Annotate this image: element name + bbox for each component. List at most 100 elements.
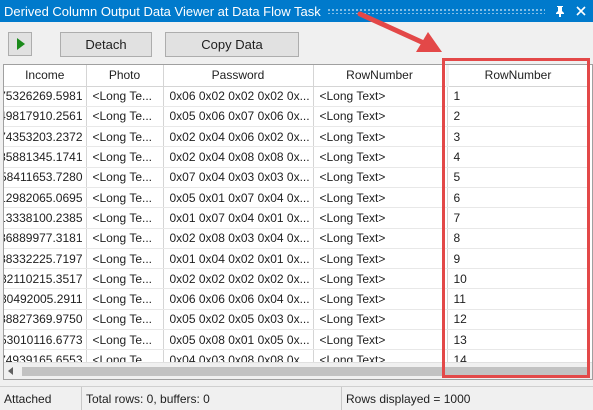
data-grid[interactable]: Income Photo Password RowNumber RowNumbe… [3, 64, 593, 380]
cell-photo[interactable]: <Long Te... [86, 329, 164, 351]
cell-rownumber-text[interactable]: <Long Text> [313, 106, 448, 128]
cell-income[interactable]: 13338100.2385 [4, 207, 87, 229]
cell-rownumber-text[interactable]: <Long Text> [313, 146, 448, 168]
cell-password[interactable]: 0x01 0x04 0x02 0x01 0x... [163, 248, 314, 270]
detach-button[interactable]: Detach [60, 32, 152, 57]
cell-photo[interactable]: <Long Te... [86, 167, 164, 188]
cell-photo[interactable]: <Long Te... [86, 126, 164, 148]
cell-photo[interactable]: <Long Te... [86, 228, 164, 249]
cell-rownumber-text[interactable]: <Long Text> [313, 207, 448, 229]
table-row[interactable]: 30492005.2911 <Long Te... 0x06 0x06 0x06 0… [4, 288, 589, 310]
cell-password[interactable]: 0x05 0x02 0x05 0x03 0x... [163, 309, 314, 331]
cell-photo[interactable]: <Long Te... [86, 187, 164, 209]
cell-income-text: 12982065.0695 [4, 190, 83, 205]
scroll-left-icon[interactable] [8, 367, 13, 375]
cell-rownumber[interactable]: 12 [447, 309, 589, 331]
table-row[interactable]: 13338100.2385 <Long Te... 0x01 0x07 0x04 0… [4, 207, 589, 229]
cell-photo[interactable]: <Long Te... [86, 207, 164, 229]
column-header-password[interactable]: Password [163, 65, 314, 87]
cell-rownumber-text[interactable]: <Long Text> [313, 228, 448, 249]
cell-income[interactable]: 38827369.9750 [4, 309, 87, 331]
cell-password[interactable]: 0x02 0x04 0x08 0x08 0x... [163, 146, 314, 168]
cell-photo[interactable]: <Long Te... [86, 309, 164, 331]
cell-income-text: 74353203.2372 [4, 129, 83, 144]
toolbar: Detach Copy Data [0, 22, 593, 64]
cell-income[interactable]: 74353203.2372 [4, 126, 87, 148]
cell-rownumber-text[interactable]: <Long Text> [313, 167, 448, 188]
table-row[interactable]: 36889977.3181 <Long Te... 0x02 0x08 0x03 0… [4, 228, 589, 249]
play-button[interactable] [8, 32, 32, 56]
copy-data-button[interactable]: Copy Data [165, 32, 299, 57]
cell-photo[interactable]: <Long Te... [86, 248, 164, 270]
cell-password[interactable]: 0x05 0x01 0x07 0x04 0x... [163, 187, 314, 209]
cell-income[interactable]: 38332225.7197 [4, 248, 87, 270]
cell-password[interactable]: 0x06 0x02 0x02 0x02 0x... [163, 86, 314, 107]
cell-income[interactable]: 35881345.1741 [4, 146, 87, 168]
cell-rownumber-text[interactable]: <Long Text> [313, 268, 448, 290]
cell-photo[interactable]: <Long Te... [86, 106, 164, 128]
cell-rownumber[interactable]: 9 [447, 248, 589, 270]
cell-income[interactable]: 36889977.3181 [4, 228, 87, 249]
window-title: Derived Column Output Data Viewer at Dat… [4, 3, 321, 19]
cell-password[interactable]: 0x02 0x02 0x02 0x02 0x... [163, 268, 314, 290]
cell-password[interactable]: 0x01 0x07 0x04 0x01 0x... [163, 207, 314, 229]
cell-income[interactable]: 53010116.6773 [4, 329, 87, 351]
cell-rownumber[interactable]: 3 [447, 126, 589, 148]
play-icon [17, 38, 25, 50]
cell-income[interactable]: 58411653.7280 [4, 167, 87, 188]
table-row[interactable]: 75326269.5981 <Long Te... 0x06 0x02 0x02 0… [4, 86, 589, 107]
cell-income[interactable]: 30492005.2911 [4, 288, 87, 310]
cell-income[interactable]: 32110215.3517 [4, 268, 87, 290]
title-bar: Derived Column Output Data Viewer at Dat… [0, 0, 593, 22]
cell-income-text: 32110215.3517 [4, 271, 83, 286]
cell-rownumber[interactable]: 6 [447, 187, 589, 209]
cell-password[interactable]: 0x05 0x06 0x07 0x06 0x... [163, 106, 314, 128]
cell-rownumber-text[interactable]: <Long Text> [313, 288, 448, 310]
table-row[interactable]: 12982065.0695 <Long Te... 0x05 0x01 0x07 0… [4, 187, 589, 209]
cell-photo[interactable]: <Long Te... [86, 86, 164, 107]
cell-rownumber[interactable]: 13 [447, 329, 589, 351]
scrollbar-thumb[interactable] [22, 367, 588, 376]
cell-rownumber-text[interactable]: <Long Text> [313, 86, 448, 107]
cell-rownumber-text[interactable]: <Long Text> [313, 248, 448, 270]
table-row[interactable]: 74353203.2372 <Long Te... 0x02 0x04 0x06 0… [4, 126, 589, 148]
cell-income[interactable]: 49817910.2561 [4, 106, 87, 128]
cell-rownumber[interactable]: 5 [447, 167, 589, 188]
title-grip[interactable] [326, 8, 545, 14]
pin-icon[interactable] [551, 2, 569, 20]
cell-rownumber-text[interactable]: <Long Text> [313, 187, 448, 209]
horizontal-scrollbar[interactable] [4, 362, 592, 379]
table-row[interactable]: 58411653.7280 <Long Te... 0x07 0x04 0x03 0… [4, 167, 589, 188]
column-header-photo[interactable]: Photo [86, 65, 164, 87]
cell-password[interactable]: 0x07 0x04 0x03 0x03 0x... [163, 167, 314, 188]
cell-income[interactable]: 12982065.0695 [4, 187, 87, 209]
cell-rownumber[interactable]: 7 [447, 207, 589, 229]
cell-rownumber[interactable]: 11 [447, 288, 589, 310]
table-row[interactable]: 32110215.3517 <Long Te... 0x02 0x02 0x02 0… [4, 268, 589, 290]
cell-password[interactable]: 0x06 0x06 0x06 0x04 0x... [163, 288, 314, 310]
cell-rownumber-text[interactable]: <Long Text> [313, 126, 448, 148]
column-header-income[interactable]: Income [4, 65, 87, 87]
close-icon[interactable] [572, 2, 590, 20]
cell-photo[interactable]: <Long Te... [86, 288, 164, 310]
table-row[interactable]: 49817910.2561 <Long Te... 0x05 0x06 0x07 0… [4, 106, 589, 128]
cell-rownumber[interactable]: 1 [447, 86, 589, 107]
column-header-rownumber-text[interactable]: RowNumber [313, 65, 448, 87]
table-row[interactable]: 38827369.9750 <Long Te... 0x05 0x02 0x05 0… [4, 309, 589, 331]
table-row[interactable]: 35881345.1741 <Long Te... 0x02 0x04 0x08 0… [4, 146, 589, 168]
table-row[interactable]: 53010116.6773 <Long Te... 0x05 0x08 0x01 0… [4, 329, 589, 351]
column-header-rownumber[interactable]: RowNumber [445, 65, 589, 87]
cell-password[interactable]: 0x02 0x04 0x06 0x02 0x... [163, 126, 314, 148]
cell-income[interactable]: 75326269.5981 [4, 86, 87, 107]
cell-rownumber[interactable]: 2 [447, 106, 589, 128]
cell-password[interactable]: 0x02 0x08 0x03 0x04 0x... [163, 228, 314, 249]
cell-rownumber[interactable]: 8 [447, 228, 589, 249]
cell-rownumber[interactable]: 4 [447, 146, 589, 168]
cell-rownumber[interactable]: 10 [447, 268, 589, 290]
cell-rownumber-text[interactable]: <Long Text> [313, 329, 448, 351]
cell-photo[interactable]: <Long Te... [86, 146, 164, 168]
cell-photo[interactable]: <Long Te... [86, 268, 164, 290]
cell-rownumber-text[interactable]: <Long Text> [313, 309, 448, 331]
table-row[interactable]: 38332225.7197 <Long Te... 0x01 0x04 0x02 0… [4, 248, 589, 270]
cell-password[interactable]: 0x05 0x08 0x01 0x05 0x... [163, 329, 314, 351]
